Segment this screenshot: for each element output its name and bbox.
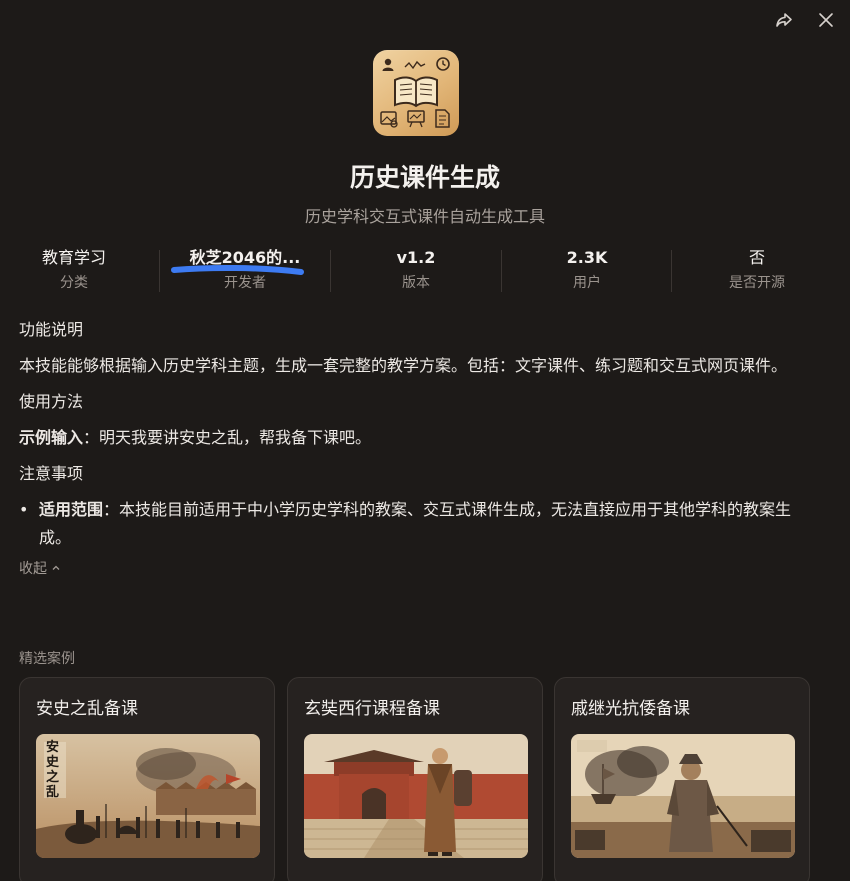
top-actions [774, 10, 836, 30]
feature-heading: 功能说明 [19, 320, 84, 339]
case-card-xuanzang[interactable]: 玄奘西行课程备课 [287, 677, 543, 881]
case-cards: 安史之乱备课 安史之乱 玄奘西行课程备课 戚继光抗倭备课 [19, 677, 819, 881]
collapse-label: 收起 [19, 561, 47, 577]
case-card-image: 安史之乱 [36, 734, 260, 858]
book-with-tools-icon [373, 50, 459, 136]
stat-category: 教育学习 分类 [0, 246, 159, 292]
example-label: 示例输入 [19, 428, 84, 447]
skill-detail-panel: 历史课件生成 历史学科交互式课件自动生成工具 教育学习 分类 秋芝2046的..… [0, 0, 850, 881]
collapse-row: 收起 [19, 558, 819, 578]
app-subtitle: 历史学科交互式课件自动生成工具 [304, 207, 545, 226]
case-image-caption: 安史之乱 [46, 740, 60, 800]
chevron-up-icon [52, 565, 60, 570]
stat-users: 2.3K 用户 [502, 246, 672, 292]
stat-open-source: 否 是否开源 [672, 246, 842, 292]
stat-users-value: 2.3K [566, 248, 608, 267]
case-card-title: 安史之乱备课 [36, 699, 138, 719]
stat-category-value: 教育学习 [41, 248, 106, 267]
stat-version-label: 版本 [402, 275, 430, 291]
stat-open-source-value: 否 [748, 248, 765, 267]
bullet-icon: • [19, 500, 29, 519]
close-icon[interactable] [816, 10, 836, 30]
stats-bar: 教育学习 分类 秋芝2046的... 开发者 v1.2 版本 2.3K 用户 否… [0, 246, 850, 296]
highlight-underline [171, 264, 304, 275]
stat-open-source-label: 是否开源 [729, 275, 785, 291]
share-icon[interactable] [774, 10, 794, 30]
scope-text-wrap: 适用范围：本技能目前适用于中小学历史学科的教案、交互式课件生成，无法直接应用于其… [39, 496, 819, 552]
list-item: • 适用范围：本技能目前适用于中小学历史学科的教案、交互式课件生成，无法直接应用… [19, 496, 819, 552]
stat-users-label: 用户 [573, 275, 601, 291]
case-card-an-shi[interactable]: 安史之乱备课 安史之乱 [19, 677, 275, 881]
example-line: 示例输入：明天我要讲安史之乱，帮我备下课吧。 [19, 424, 819, 452]
notes-heading: 注意事项 [19, 464, 84, 483]
collapse-button[interactable]: 收起 [19, 558, 61, 578]
case-card-title: 戚继光抗倭备课 [571, 699, 690, 719]
case-card-image [571, 734, 795, 858]
scope-label: 适用范围 [39, 500, 104, 519]
case-card-title: 玄奘西行课程备课 [304, 699, 440, 719]
stat-version-value: v1.2 [396, 248, 436, 267]
app-title: 历史课件生成 [349, 163, 500, 192]
usage-heading: 使用方法 [19, 392, 84, 411]
example-text: ：明天我要讲安史之乱，帮我备下课吧。 [83, 428, 372, 447]
case-card-qi-jiguang[interactable]: 戚继光抗倭备课 [554, 677, 810, 881]
stat-version: v1.2 版本 [331, 246, 501, 292]
case-card-image [304, 734, 528, 858]
feature-text: 本技能能够根据输入历史学科主题，生成一套完整的教学方案。包括：文字课件、练习题和… [19, 356, 788, 375]
cases-heading: 精选案例 [19, 651, 75, 667]
description: 功能说明 本技能能够根据输入历史学科主题，生成一套完整的教学方案。包括：文字课件… [19, 318, 819, 578]
scope-text: ：本技能目前适用于中小学历史学科的教案、交互式课件生成，无法直接应用于其他学科的… [39, 500, 792, 547]
stat-category-label: 分类 [60, 275, 88, 291]
